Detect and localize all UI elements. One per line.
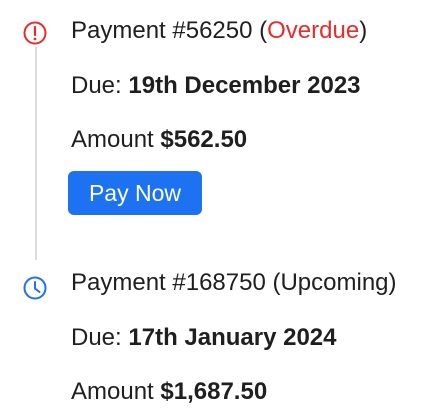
- amount-value: $562.50: [160, 126, 248, 153]
- due-date-value: 17th January 2024: [128, 324, 337, 351]
- payment-title-prefix: Payment #56250 (: [71, 17, 268, 44]
- due-date-value: 19th December 2023: [128, 72, 361, 99]
- exclamation-circle-icon: [23, 21, 47, 45]
- payment-timeline: Payment #56250 (Overdue) Due: 19th Decem…: [0, 0, 445, 412]
- amount-value: $1,687.50: [160, 378, 268, 405]
- amount-label: Amount: [71, 126, 161, 153]
- pay-now-button[interactable]: Pay Now: [68, 171, 202, 215]
- payment-title-suffix: ): [359, 17, 368, 44]
- amount-line: Amount $1,687.50: [71, 377, 267, 407]
- payment-title: Payment #168750 (Upcoming): [71, 269, 397, 296]
- due-label: Due:: [71, 72, 129, 99]
- status-overdue-label: Overdue: [267, 17, 360, 44]
- due-date-line: Due: 17th January 2024: [71, 323, 337, 353]
- due-label: Due:: [71, 324, 129, 351]
- payment-title: Payment #56250 (Overdue): [71, 16, 367, 46]
- timeline-connector: [35, 47, 37, 260]
- clock-icon: [23, 276, 47, 300]
- due-date-line: Due: 19th December 2023: [71, 71, 361, 101]
- amount-line: Amount $562.50: [71, 125, 247, 155]
- amount-label: Amount: [71, 378, 161, 405]
